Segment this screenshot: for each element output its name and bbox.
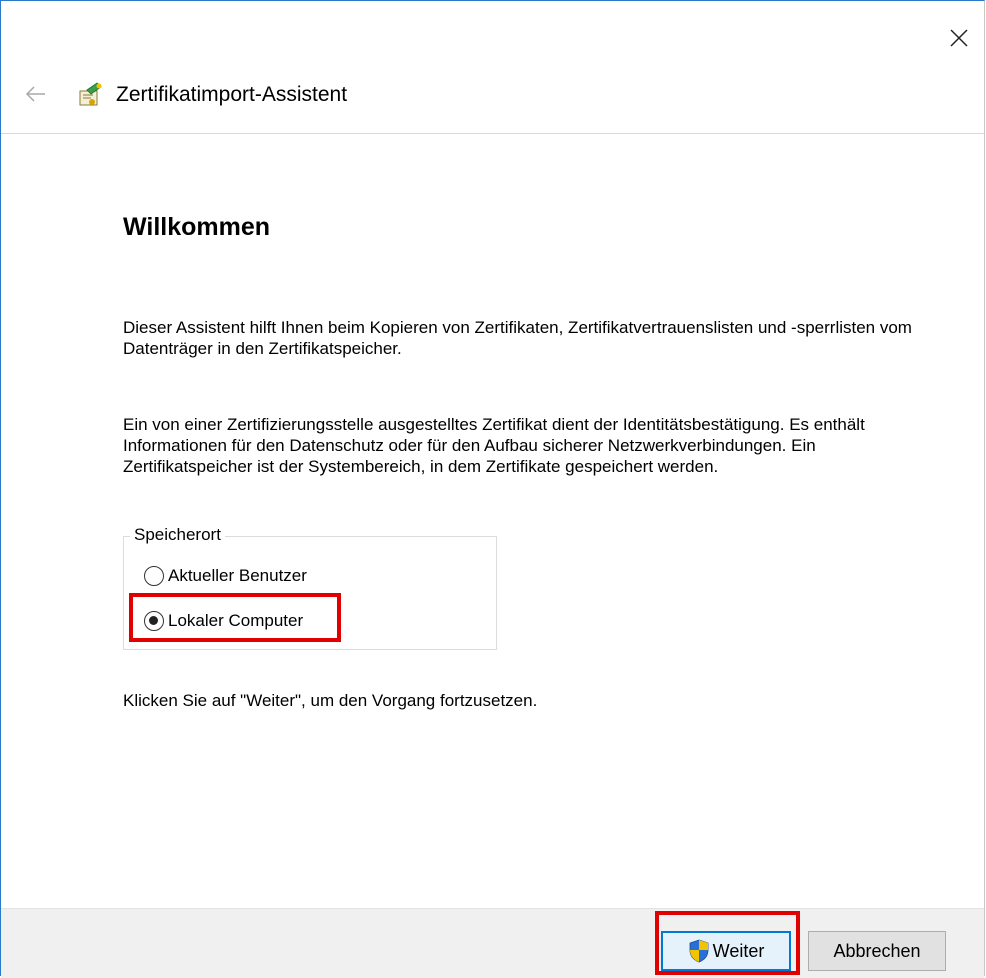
radio-label-local-machine: Lokaler Computer [168, 611, 304, 630]
uac-shield-icon [689, 939, 709, 963]
radio-button-checked[interactable] [144, 611, 164, 631]
page-heading: Willkommen [123, 213, 271, 241]
radio-local-machine[interactable]: Lokaler Computer [144, 608, 303, 634]
cancel-button[interactable]: Abbrechen [808, 931, 946, 971]
close-button[interactable] [944, 23, 974, 53]
next-button[interactable]: Weiter [661, 931, 791, 971]
wizard-header: Zertifikatimport-Assistent [1, 61, 984, 134]
wizard-footer: Weiter Abbrechen [1, 908, 984, 978]
back-button[interactable] [23, 81, 49, 107]
cancel-button-label: Abbrechen [833, 940, 921, 961]
next-button-label: Weiter [712, 940, 765, 961]
continue-hint: Klicken Sie auf "Weiter", um den Vorgang… [123, 691, 538, 710]
radio-button-unchecked[interactable] [144, 566, 164, 586]
intro-paragraph: Dieser Assistent hilft Ihnen beim Kopier… [123, 318, 912, 358]
radio-label-current-user: Aktueller Benutzer [168, 566, 307, 585]
close-icon [950, 29, 968, 47]
window-title: Zertifikatimport-Assistent [116, 83, 348, 106]
description-paragraph: Ein von einer Zertifizierungsstelle ausg… [123, 415, 865, 476]
radio-current-user[interactable]: Aktueller Benutzer [144, 563, 307, 589]
store-location-legend: Speicherort [130, 525, 225, 545]
store-location-group: Speicherort Aktueller Benutzer Lokaler C… [123, 525, 497, 650]
back-arrow-icon [25, 86, 45, 102]
wizard-window: Zertifikatimport-Assistent Willkommen Di… [0, 0, 985, 978]
certificate-wizard-icon [79, 82, 102, 106]
